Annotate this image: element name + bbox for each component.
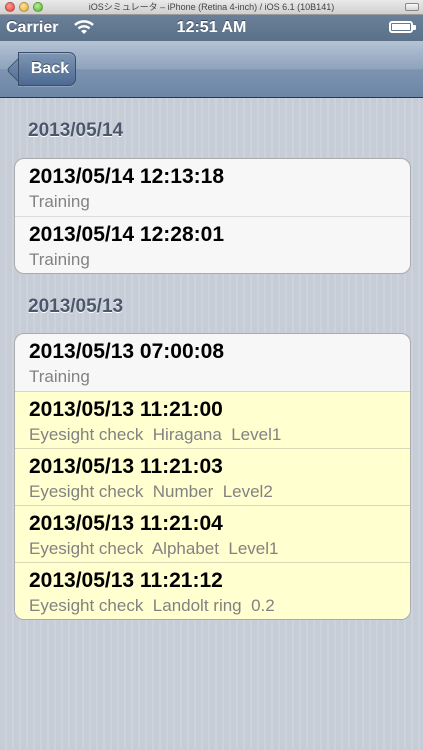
table-row[interactable]: 2013/05/13 11:21:03 Eyesight check Numbe…	[15, 448, 410, 505]
back-button-label: Back	[18, 52, 76, 86]
row-title: 2013/05/14 12:28:01	[29, 223, 224, 246]
table-row[interactable]: 2013/05/13 11:21:00 Eyesight check Hirag…	[15, 391, 410, 448]
status-time: 12:51 AM	[176, 19, 247, 36]
section-header: 2013/05/14	[28, 120, 124, 141]
history-table[interactable]: 2013/05/14 2013/05/14 12:13:18 Training …	[0, 98, 423, 750]
table-group: 2013/05/14 12:13:18 Training 2013/05/14 …	[14, 158, 411, 274]
row-subtitle: Eyesight check Alphabet Level1	[29, 539, 279, 558]
window-title: iOSシミュレータ – iPhone (Retina 4-inch) / iOS…	[88, 2, 335, 12]
back-button[interactable]: Back	[0, 41, 80, 98]
table-row[interactable]: 2013/05/13 11:21:12 Eyesight check Lando…	[15, 562, 410, 619]
table-row[interactable]: 2013/05/14 12:28:01 Training	[15, 216, 410, 273]
row-title: 2013/05/13 11:21:03	[29, 455, 223, 478]
fullscreen-icon[interactable]	[405, 3, 419, 11]
status-bar: Carrier 12:51 AM	[0, 15, 423, 41]
table-group: 2013/05/13 07:00:08 Training 2013/05/13 …	[14, 333, 411, 620]
table-row[interactable]: 2013/05/14 12:13:18 Training	[15, 159, 410, 216]
row-subtitle: Eyesight check Number Level2	[29, 482, 273, 501]
battery-icon	[389, 21, 416, 33]
table-row[interactable]: 2013/05/13 11:21:04 Eyesight check Alpha…	[15, 505, 410, 562]
row-title: 2013/05/14 12:13:18	[29, 165, 224, 188]
row-subtitle: Eyesight check Landolt ring 0.2	[29, 596, 275, 615]
row-subtitle: Training	[29, 367, 90, 386]
row-title: 2013/05/13 11:21:04	[29, 512, 223, 535]
row-title: 2013/05/13 07:00:08	[29, 340, 224, 363]
row-subtitle: Eyesight check Hiragana Level1	[29, 425, 282, 444]
section-header: 2013/05/13	[28, 296, 124, 317]
row-title: 2013/05/13 11:21:00	[29, 398, 223, 421]
row-subtitle: Training	[29, 192, 90, 211]
row-subtitle: Training	[29, 250, 90, 269]
row-title: 2013/05/13 11:21:12	[29, 569, 223, 592]
simulator-titlebar: iOSシミュレータ – iPhone (Retina 4-inch) / iOS…	[0, 0, 423, 15]
navigation-bar: Back	[0, 41, 423, 98]
table-row[interactable]: 2013/05/13 07:00:08 Training	[15, 334, 410, 391]
